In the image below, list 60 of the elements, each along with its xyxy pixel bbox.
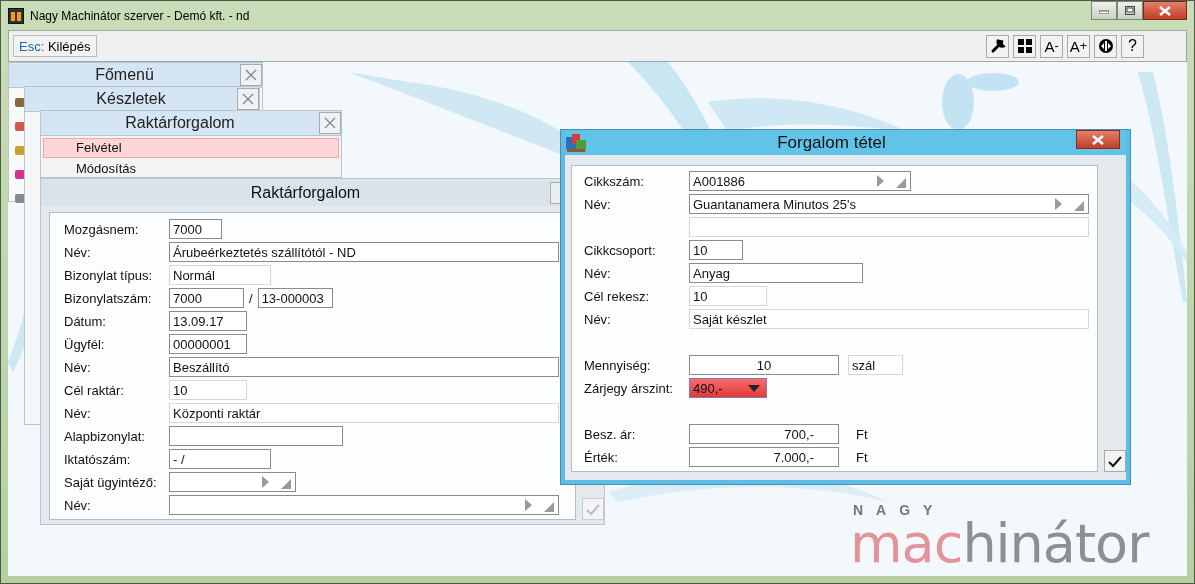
field-label: Bizonylat típus: [64, 267, 154, 283]
unit-text: Ft [856, 426, 868, 442]
field-label: Név: [584, 196, 612, 212]
input-field[interactable]: 13-000003 [257, 288, 333, 308]
unit-text: Ft [856, 449, 868, 465]
input-field[interactable]: 10 [169, 380, 247, 400]
panel-title: Készletek [95, 89, 167, 109]
menu-item[interactable]: Felvétel [43, 138, 339, 158]
field-label: Cél rekesz: [584, 288, 651, 304]
input-field[interactable]: Árubeérkeztetés szállítótól - ND [169, 242, 559, 262]
input-field[interactable]: 7000 [169, 219, 222, 239]
input-field[interactable]: 7.000,- [689, 447, 839, 467]
input-field[interactable]: Központi raktár [169, 403, 559, 423]
separator-text: / [249, 290, 253, 306]
field-label: Cél raktár: [64, 382, 125, 398]
field-label: Mozgásnem: [64, 221, 140, 237]
field-label: Név: [64, 497, 92, 513]
field-label: Név: [584, 311, 612, 327]
input-field[interactable]: 10 [689, 240, 743, 260]
input-field[interactable]: 00000001 [169, 334, 247, 354]
input-field[interactable]: 13.09.17 [169, 311, 247, 331]
input-field[interactable]: Beszállító [169, 357, 559, 377]
input-field[interactable]: 700,- [689, 424, 839, 444]
exit-button[interactable]: Esc: Kilépés [13, 35, 97, 57]
help-button[interactable]: ? [1121, 34, 1144, 58]
window-title: Nagy Machinátor szerver - Demó kft. - nd [30, 8, 250, 23]
input-field[interactable]: Saját készlet [689, 309, 1089, 329]
field-label: Ügyfél: [64, 336, 106, 352]
field-label: Iktatószám: [64, 451, 132, 467]
input-field[interactable]: 7000 [169, 288, 244, 308]
field-label: Alapbizonylat: [64, 428, 146, 444]
panel-title: Raktárforgalom [124, 113, 236, 133]
field-label: Név: [64, 359, 92, 375]
input-field[interactable]: - / [169, 449, 271, 469]
panel-title: Főmenü [94, 65, 155, 85]
input-field[interactable]: 10 [689, 286, 767, 306]
dialog-title: Forgalom tétel [776, 132, 887, 153]
lookup-field[interactable]: Guantanamera Minutos 25's [689, 194, 1089, 214]
field-label: Érték: [584, 449, 619, 465]
field-label: Dátum: [64, 313, 107, 329]
logo-tagline: NAGY [853, 502, 947, 518]
field-label: Cikkszám: [584, 173, 645, 189]
input-field[interactable]: Normál [169, 265, 271, 285]
input-field[interactable]: Anyag [689, 263, 863, 283]
logo-wordmark: machinátor [850, 518, 1149, 570]
field-label: Zárjegy árszint: [584, 380, 674, 396]
field-label: Besz. ár: [584, 426, 637, 442]
lookup-field[interactable]: A001886 [689, 171, 911, 191]
menu-item[interactable]: Módosítás [43, 159, 339, 179]
field-label: Mennyiség: [584, 357, 652, 373]
dropdown-field[interactable]: 490,- [689, 378, 767, 398]
field-label: Cikkcsoport: [584, 242, 657, 258]
field-label: Név: [64, 244, 92, 260]
field-label: Név: [64, 405, 92, 421]
panel-title: Raktárforgalom [249, 183, 362, 203]
field-label: Saját ügyintéző: [64, 474, 158, 490]
field-label: Név: [584, 265, 612, 281]
field-label: Bizonylatszám: [64, 290, 153, 306]
input-field[interactable]: 10 [689, 355, 839, 375]
input-field[interactable]: szál [848, 355, 903, 375]
